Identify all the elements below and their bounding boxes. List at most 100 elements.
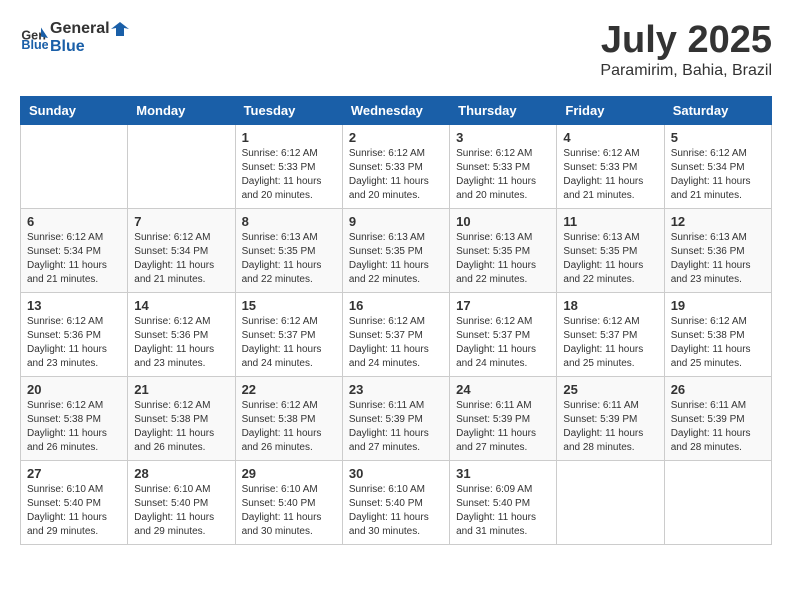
svg-text:Blue: Blue [21, 38, 48, 52]
calendar-week-row: 1 Sunrise: 6:12 AM Sunset: 5:33 PM Daylig… [21, 124, 772, 208]
day-info: Sunrise: 6:12 AM Sunset: 5:36 PM Dayligh… [27, 315, 121, 371]
day-info: Sunrise: 6:12 AM Sunset: 5:33 PM Dayligh… [456, 147, 550, 203]
calendar-cell: 11 Sunrise: 6:13 AM Sunset: 5:35 PM Dayli… [557, 208, 664, 292]
day-info: Sunrise: 6:11 AM Sunset: 5:39 PM Dayligh… [671, 399, 765, 455]
day-info: Sunrise: 6:12 AM Sunset: 5:38 PM Dayligh… [134, 399, 228, 455]
day-number: 31 [456, 466, 550, 481]
day-number: 4 [563, 130, 657, 145]
day-info: Sunrise: 6:13 AM Sunset: 5:36 PM Dayligh… [671, 231, 765, 287]
day-number: 14 [134, 298, 228, 313]
day-number: 1 [242, 130, 336, 145]
day-number: 25 [563, 382, 657, 397]
day-number: 2 [349, 130, 443, 145]
day-info: Sunrise: 6:12 AM Sunset: 5:38 PM Dayligh… [27, 399, 121, 455]
weekday-header-monday: Monday [128, 96, 235, 124]
weekday-header-friday: Friday [557, 96, 664, 124]
calendar-cell: 7Sunrise: 6:12 AM Sunset: 5:34 PM Daylig… [128, 208, 235, 292]
calendar-cell: 31Sunrise: 6:09 AM Sunset: 5:40 PM Dayli… [450, 460, 557, 544]
calendar-cell: 25 Sunrise: 6:11 AM Sunset: 5:39 PM Dayli… [557, 376, 664, 460]
day-number: 5 [671, 130, 765, 145]
calendar-cell: 8 Sunrise: 6:13 AM Sunset: 5:35 PM Daylig… [235, 208, 342, 292]
day-info: Sunrise: 6:10 AM Sunset: 5:40 PM Dayligh… [27, 483, 121, 539]
day-number: 13 [27, 298, 121, 313]
month-title: July 2025 [600, 20, 772, 62]
day-info: Sunrise: 6:12 AM Sunset: 5:36 PM Dayligh… [134, 315, 228, 371]
calendar-cell: 18Sunrise: 6:12 AM Sunset: 5:37 PM Dayli… [557, 292, 664, 376]
day-number: 12 [671, 214, 765, 229]
calendar-cell: 3Sunrise: 6:12 AM Sunset: 5:33 PM Daylig… [450, 124, 557, 208]
calendar-cell: 17 Sunrise: 6:12 AM Sunset: 5:37 PM Dayli… [450, 292, 557, 376]
day-number: 10 [456, 214, 550, 229]
calendar-cell [128, 124, 235, 208]
day-info: Sunrise: 6:12 AM Sunset: 5:34 PM Dayligh… [671, 147, 765, 203]
day-info: Sunrise: 6:12 AM Sunset: 5:37 PM Dayligh… [242, 315, 336, 371]
day-number: 29 [242, 466, 336, 481]
calendar-cell: 12 Sunrise: 6:13 AM Sunset: 5:36 PM Dayli… [664, 208, 771, 292]
calendar-cell: 5 Sunrise: 6:12 AM Sunset: 5:34 PM Daylig… [664, 124, 771, 208]
weekday-header-sunday: Sunday [21, 96, 128, 124]
day-info: Sunrise: 6:11 AM Sunset: 5:39 PM Dayligh… [563, 399, 657, 455]
day-number: 27 [27, 466, 121, 481]
calendar-cell: 26 Sunrise: 6:11 AM Sunset: 5:39 PM Dayli… [664, 376, 771, 460]
day-number: 17 [456, 298, 550, 313]
calendar-week-row: 6Sunrise: 6:12 AM Sunset: 5:34 PM Daylig… [21, 208, 772, 292]
day-number: 16 [349, 298, 443, 313]
day-number: 26 [671, 382, 765, 397]
weekday-header-thursday: Thursday [450, 96, 557, 124]
calendar-cell: 24 Sunrise: 6:11 AM Sunset: 5:39 PM Dayli… [450, 376, 557, 460]
calendar-cell: 6Sunrise: 6:12 AM Sunset: 5:34 PM Daylig… [21, 208, 128, 292]
day-number: 23 [349, 382, 443, 397]
weekday-header-row: SundayMondayTuesdayWednesdayThursdayFrid… [21, 96, 772, 124]
calendar-cell: 16 Sunrise: 6:12 AM Sunset: 5:37 PM Dayli… [342, 292, 449, 376]
calendar-cell [664, 460, 771, 544]
day-info: Sunrise: 6:12 AM Sunset: 5:33 PM Dayligh… [563, 147, 657, 203]
calendar-cell: 15Sunrise: 6:12 AM Sunset: 5:37 PM Dayli… [235, 292, 342, 376]
day-info: Sunrise: 6:12 AM Sunset: 5:38 PM Dayligh… [242, 399, 336, 455]
calendar-cell: 27 Sunrise: 6:10 AM Sunset: 5:40 PM Dayli… [21, 460, 128, 544]
day-number: 19 [671, 298, 765, 313]
calendar-cell: 30Sunrise: 6:10 AM Sunset: 5:40 PM Dayli… [342, 460, 449, 544]
calendar-week-row: 27 Sunrise: 6:10 AM Sunset: 5:40 PM Dayli… [21, 460, 772, 544]
weekday-header-wednesday: Wednesday [342, 96, 449, 124]
logo-bird-icon [111, 20, 129, 38]
day-info: Sunrise: 6:12 AM Sunset: 5:37 PM Dayligh… [349, 315, 443, 371]
logo-general-text: General [50, 20, 129, 38]
weekday-header-tuesday: Tuesday [235, 96, 342, 124]
day-info: Sunrise: 6:10 AM Sunset: 5:40 PM Dayligh… [242, 483, 336, 539]
calendar-cell: 29 Sunrise: 6:10 AM Sunset: 5:40 PM Dayli… [235, 460, 342, 544]
calendar-cell: 10 Sunrise: 6:13 AM Sunset: 5:35 PM Dayli… [450, 208, 557, 292]
day-number: 24 [456, 382, 550, 397]
day-info: Sunrise: 6:13 AM Sunset: 5:35 PM Dayligh… [563, 231, 657, 287]
calendar-cell: 1 Sunrise: 6:12 AM Sunset: 5:33 PM Daylig… [235, 124, 342, 208]
day-info: Sunrise: 6:13 AM Sunset: 5:35 PM Dayligh… [242, 231, 336, 287]
title-area: July 2025 Paramirim, Bahia, Brazil [600, 20, 772, 80]
day-info: Sunrise: 6:12 AM Sunset: 5:38 PM Dayligh… [671, 315, 765, 371]
day-info: Sunrise: 6:13 AM Sunset: 5:35 PM Dayligh… [456, 231, 550, 287]
calendar-cell: 28Sunrise: 6:10 AM Sunset: 5:40 PM Dayli… [128, 460, 235, 544]
calendar-cell [557, 460, 664, 544]
page-header: Gen Blue General Blue July 2025 Paramiri… [20, 20, 772, 80]
day-info: Sunrise: 6:12 AM Sunset: 5:34 PM Dayligh… [27, 231, 121, 287]
day-info: Sunrise: 6:11 AM Sunset: 5:39 PM Dayligh… [456, 399, 550, 455]
day-info: Sunrise: 6:12 AM Sunset: 5:33 PM Dayligh… [242, 147, 336, 203]
calendar-cell: 2Sunrise: 6:12 AM Sunset: 5:33 PM Daylig… [342, 124, 449, 208]
logo-blue-text: Blue [50, 38, 129, 56]
day-number: 20 [27, 382, 121, 397]
calendar-cell: 14 Sunrise: 6:12 AM Sunset: 5:36 PM Dayli… [128, 292, 235, 376]
location-title: Paramirim, Bahia, Brazil [600, 62, 772, 80]
day-number: 7 [134, 214, 228, 229]
calendar-cell: 22Sunrise: 6:12 AM Sunset: 5:38 PM Dayli… [235, 376, 342, 460]
calendar-cell: 4 Sunrise: 6:12 AM Sunset: 5:33 PM Daylig… [557, 124, 664, 208]
calendar-cell: 21 Sunrise: 6:12 AM Sunset: 5:38 PM Dayli… [128, 376, 235, 460]
weekday-header-saturday: Saturday [664, 96, 771, 124]
day-number: 8 [242, 214, 336, 229]
day-number: 28 [134, 466, 228, 481]
calendar-table: SundayMondayTuesdayWednesdayThursdayFrid… [20, 96, 772, 545]
day-number: 9 [349, 214, 443, 229]
calendar-cell: 20 Sunrise: 6:12 AM Sunset: 5:38 PM Dayli… [21, 376, 128, 460]
day-number: 11 [563, 214, 657, 229]
day-number: 21 [134, 382, 228, 397]
day-info: Sunrise: 6:12 AM Sunset: 5:37 PM Dayligh… [456, 315, 550, 371]
day-info: Sunrise: 6:10 AM Sunset: 5:40 PM Dayligh… [349, 483, 443, 539]
calendar-cell: 19 Sunrise: 6:12 AM Sunset: 5:38 PM Dayli… [664, 292, 771, 376]
